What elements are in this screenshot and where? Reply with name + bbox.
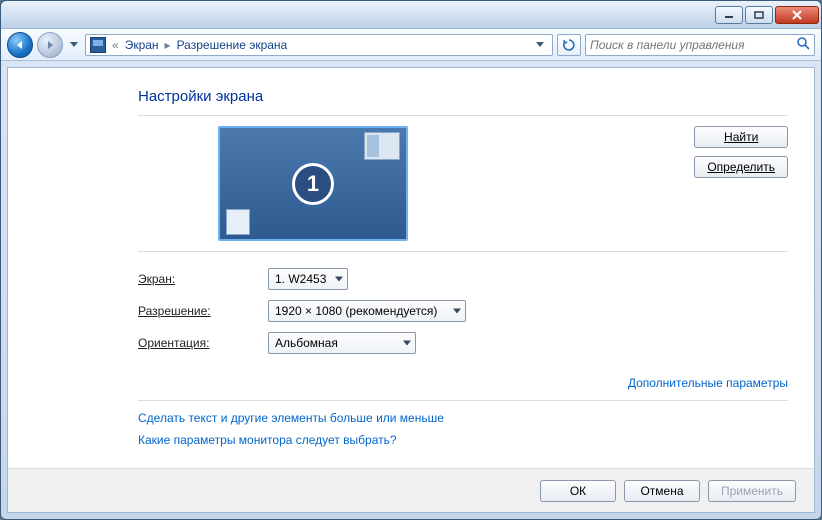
row-orientation: Ориентация: Альбомная (138, 332, 788, 354)
text-size-link[interactable]: Сделать текст и другие элементы больше и… (138, 411, 788, 425)
label-orientation: Ориентация: (138, 336, 268, 350)
search-box[interactable] (585, 34, 815, 56)
navbar: « Экран ▸ Разрешение экрана (1, 29, 821, 61)
preview-buttons: Найти Определить (694, 126, 788, 178)
divider (138, 400, 788, 401)
display-combo[interactable]: 1. W2453 (268, 268, 348, 290)
preview-window-icon (226, 209, 250, 235)
label-display: Экран: (138, 272, 268, 286)
detect-button[interactable]: Определить (694, 156, 788, 178)
resolution-combo[interactable]: 1920 × 1080 (рекомендуется) (268, 300, 466, 322)
chevron-down-icon (453, 309, 461, 314)
address-bar[interactable]: « Экран ▸ Разрешение экрана (85, 34, 553, 56)
chevron-right-icon: ▸ (163, 38, 173, 52)
advanced-link-row: Дополнительные параметры (138, 376, 788, 390)
minimize-button[interactable] (715, 6, 743, 24)
client-area: Настройки экрана 1 Найти Определить Экра… (7, 67, 815, 513)
titlebar (1, 1, 821, 29)
search-input[interactable] (590, 38, 796, 52)
orientation-combo-value: Альбомная (275, 336, 338, 350)
monitor-preview[interactable]: 1 (218, 126, 408, 241)
nav-history-dropdown[interactable] (67, 35, 81, 55)
find-button[interactable]: Найти (694, 126, 788, 148)
cancel-button[interactable]: Отмена (624, 480, 700, 502)
which-monitor-link[interactable]: Какие параметры монитора следует выбрать… (138, 433, 788, 447)
page-title: Настройки экрана (138, 88, 788, 105)
nav-back-button[interactable] (7, 32, 33, 58)
advanced-settings-link[interactable]: Дополнительные параметры (628, 376, 788, 390)
row-resolution: Разрешение: 1920 × 1080 (рекомендуется) (138, 300, 788, 322)
monitor-preview-row: 1 Найти Определить (138, 115, 788, 252)
help-links: Сделать текст и другие элементы больше и… (138, 411, 788, 447)
orientation-combo[interactable]: Альбомная (268, 332, 416, 354)
display-combo-value: 1. W2453 (275, 272, 326, 286)
nav-forward-button[interactable] (37, 32, 63, 58)
chevron-down-icon (335, 277, 343, 282)
monitor-number-badge: 1 (292, 163, 334, 205)
resolution-combo-value: 1920 × 1080 (рекомендуется) (275, 304, 437, 318)
breadcrumb-prefix: « (110, 38, 121, 52)
row-display: Экран: 1. W2453 (138, 268, 788, 290)
chevron-down-icon (403, 341, 411, 346)
search-icon[interactable] (796, 36, 810, 53)
address-dropdown[interactable] (532, 37, 548, 53)
settings-form: Экран: 1. W2453 Разрешение: 1920 × 1080 … (138, 268, 788, 354)
close-button[interactable] (775, 6, 819, 24)
breadcrumb-display[interactable]: Экран (125, 38, 159, 52)
breadcrumb-resolution[interactable]: Разрешение экрана (177, 38, 288, 52)
preview-window-icon (364, 132, 400, 160)
refresh-button[interactable] (557, 34, 581, 56)
apply-button[interactable]: Применить (708, 480, 796, 502)
ok-button[interactable]: ОК (540, 480, 616, 502)
window: « Экран ▸ Разрешение экрана Настройки эк… (0, 0, 822, 520)
maximize-button[interactable] (745, 6, 773, 24)
control-panel-icon (90, 37, 106, 53)
footer: ОК Отмена Применить (8, 468, 814, 512)
label-resolution: Разрешение: (138, 304, 268, 318)
